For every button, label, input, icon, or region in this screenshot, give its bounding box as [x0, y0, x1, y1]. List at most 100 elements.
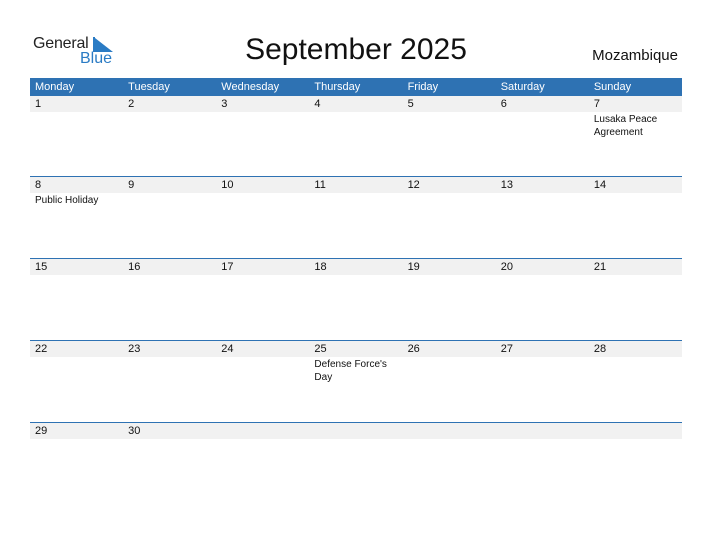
day-number: 19: [402, 259, 496, 275]
day-cell: 24: [216, 341, 310, 384]
day-number: 27: [495, 341, 589, 357]
week-row: 8 Public Holiday 9 10 11 12 13 14: [30, 176, 682, 258]
day-number: 30: [123, 423, 217, 439]
holiday-event: [403, 275, 490, 276]
day-cell: 18: [309, 259, 403, 276]
day-number: 28: [588, 341, 682, 357]
day-cell: 21: [588, 259, 682, 276]
holiday-event: [403, 112, 490, 113]
holiday-event: [30, 357, 117, 358]
holiday-event: [496, 112, 583, 113]
country-label: Mozambique: [592, 47, 678, 64]
day-number: 13: [495, 177, 589, 193]
day-number: 6: [495, 96, 589, 112]
day-number: 21: [588, 259, 682, 275]
day-number: [216, 423, 310, 439]
day-number: 26: [402, 341, 496, 357]
weekday-monday: Monday: [35, 81, 75, 93]
day-number: 24: [216, 341, 310, 357]
day-cell: 3: [216, 96, 310, 139]
holiday-event: Defense Force's Day: [314, 359, 387, 383]
day-number: [309, 423, 403, 439]
day-number: 5: [402, 96, 496, 112]
holiday-event: [589, 357, 676, 358]
holiday-event: [123, 439, 210, 440]
day-cell: 15: [30, 259, 124, 276]
day-number: 18: [309, 259, 403, 275]
day-number: 10: [216, 177, 310, 193]
day-cell: [402, 423, 496, 440]
day-cell: 30: [123, 423, 217, 440]
day-cell: 1: [30, 96, 124, 139]
day-cell: [216, 423, 310, 440]
day-number: 11: [309, 177, 403, 193]
holiday-event: [496, 193, 583, 194]
holiday-event: [216, 112, 303, 113]
holiday-event: [309, 193, 396, 194]
calendar-grid: Monday Tuesday Wednesday Thursday Friday Satu…: [30, 78, 682, 504]
holiday-event: [123, 193, 210, 194]
weekday-sunday: Sunday: [593, 81, 632, 93]
day-cell: 14: [588, 177, 682, 207]
day-number: 29: [30, 423, 124, 439]
day-cell: 9: [123, 177, 217, 207]
weekday-wednesday: Wednesday: [221, 81, 280, 93]
holiday-event: [30, 439, 117, 440]
weekday-header: Monday Tuesday Wednesday Thursday Friday Satu…: [30, 78, 682, 96]
holiday-event: [123, 357, 210, 358]
week-row: 15 16 17 18 19 20 21: [30, 258, 682, 340]
week-row: 1 2 3 4 5 6 7 Lusaka Peace Agreement: [30, 96, 682, 176]
holiday-event: [589, 275, 676, 276]
day-cell: 2: [123, 96, 217, 139]
day-cell: 28: [588, 341, 682, 384]
day-number: 3: [216, 96, 310, 112]
day-cell: 23: [123, 341, 217, 384]
day-number: 15: [30, 259, 124, 275]
holiday-event: [216, 439, 303, 440]
weekday-tuesday: Tuesday: [128, 81, 170, 93]
day-cell: 13: [495, 177, 589, 207]
day-cell: 11: [309, 177, 403, 207]
day-number: 25: [309, 341, 403, 357]
holiday-event: Lusaka Peace Agreement: [593, 114, 658, 138]
day-number: 8: [30, 177, 124, 193]
day-cell: [309, 423, 403, 440]
holiday-event: [123, 112, 210, 113]
day-cell: 5: [402, 96, 496, 139]
day-cell: 20: [495, 259, 589, 276]
day-cell: 19: [402, 259, 496, 276]
holiday-event: [309, 275, 396, 276]
holiday-event: [403, 193, 490, 194]
holiday-event: [496, 275, 583, 276]
day-cell: 29: [30, 423, 124, 440]
holiday-event: [123, 275, 210, 276]
holiday-event: [496, 439, 583, 440]
holiday-event: [403, 439, 490, 440]
day-cell: 22: [30, 341, 124, 384]
holiday-event: [589, 193, 676, 194]
day-number: 9: [123, 177, 217, 193]
day-cell: 26: [402, 341, 496, 384]
day-number: 20: [495, 259, 589, 275]
day-number: [495, 423, 589, 439]
day-number: 14: [588, 177, 682, 193]
day-number: [588, 423, 682, 439]
week-row: 22 23 24 25 Defense Force's Day 26 27 28: [30, 340, 682, 422]
holiday-event: [30, 112, 117, 113]
holiday-event: [216, 275, 303, 276]
day-cell: 6: [495, 96, 589, 139]
day-cell: [588, 423, 682, 440]
day-cell: 8 Public Holiday: [30, 177, 124, 207]
holiday-event: [496, 357, 583, 358]
week-row: 29 30: [30, 422, 682, 504]
day-cell: 10: [216, 177, 310, 207]
day-cell: 7 Lusaka Peace Agreement: [588, 96, 682, 139]
day-number: 23: [123, 341, 217, 357]
day-cell: 25 Defense Force's Day: [309, 341, 403, 384]
day-number: 17: [216, 259, 310, 275]
day-cell: 16: [123, 259, 217, 276]
day-cell: 27: [495, 341, 589, 384]
holiday-event: [216, 357, 303, 358]
holiday-event: [309, 439, 396, 440]
holiday-event: [403, 357, 490, 358]
